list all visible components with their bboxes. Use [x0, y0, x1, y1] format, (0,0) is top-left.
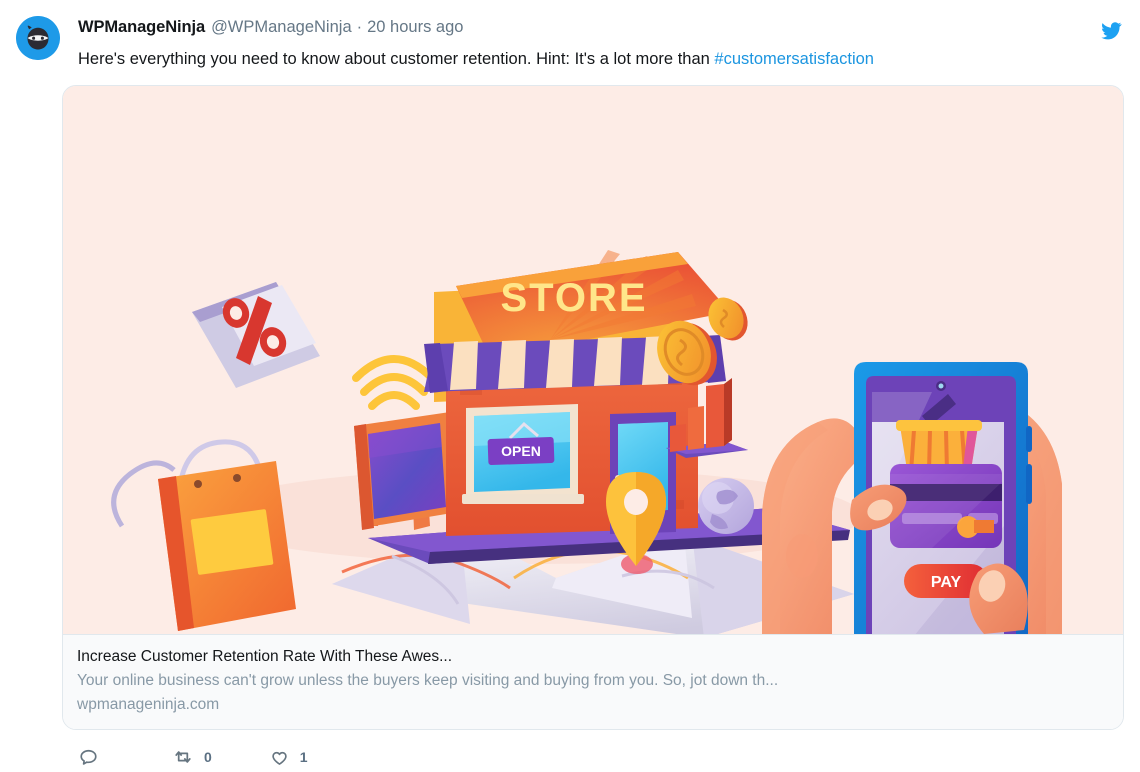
- like-button[interactable]: 1: [269, 747, 308, 768]
- avatar[interactable]: [16, 16, 60, 60]
- heart-icon: [269, 747, 290, 768]
- author-handle[interactable]: @WPManageNinja: [211, 18, 352, 36]
- card-body[interactable]: Increase Customer Retention Rate With Th…: [63, 634, 1123, 729]
- tweet-text-body: Here's everything you need to know about…: [78, 50, 715, 68]
- tweet-container: WPManageNinja @WPManageNinja · 20 hours ago…: [0, 0, 1140, 769]
- open-sign-text: OPEN: [501, 443, 541, 459]
- card-title: Increase Customer Retention Rate With Th…: [77, 648, 453, 665]
- retweet-icon: [172, 746, 194, 768]
- card-description: Your online business can't grow unless t…: [77, 672, 779, 689]
- store-sign-text: STORE: [500, 276, 647, 320]
- tweet-actions: 0 1: [62, 742, 1124, 772]
- reply-icon: [78, 747, 99, 768]
- hashtag-link[interactable]: #customersatisfaction: [714, 50, 874, 68]
- credit-card: [890, 464, 1002, 548]
- tweet-text: Here's everything you need to know about…: [78, 47, 1124, 71]
- tweet-header: WPManageNinja @WPManageNinja · 20 hours ago…: [16, 14, 1124, 71]
- meta-separator: ·: [356, 18, 363, 36]
- reply-button[interactable]: [78, 747, 109, 768]
- tweet-header-text: WPManageNinja @WPManageNinja · 20 hours ago…: [78, 14, 1124, 71]
- twitter-bird-icon[interactable]: [1100, 20, 1122, 42]
- store-building: STORE OPEN: [424, 250, 730, 536]
- retweet-count: 0: [204, 749, 212, 765]
- tweet-timestamp[interactable]: 20 hours ago: [367, 18, 463, 36]
- author-display-name[interactable]: WPManageNinja: [78, 18, 205, 36]
- link-preview-card[interactable]: STORE OPEN PAY Increase Customer Retenti…: [62, 85, 1124, 730]
- easel-board: [354, 412, 458, 530]
- author-row: WPManageNinja @WPManageNinja · 20 hours ago: [78, 16, 1124, 38]
- pay-button-text: PAY: [931, 574, 962, 591]
- globe: [698, 478, 754, 534]
- card-image[interactable]: STORE OPEN PAY: [63, 86, 1123, 634]
- like-count: 1: [299, 749, 308, 765]
- retweet-button[interactable]: 0: [172, 746, 212, 768]
- card-domain: wpmanageninja.com: [77, 696, 220, 713]
